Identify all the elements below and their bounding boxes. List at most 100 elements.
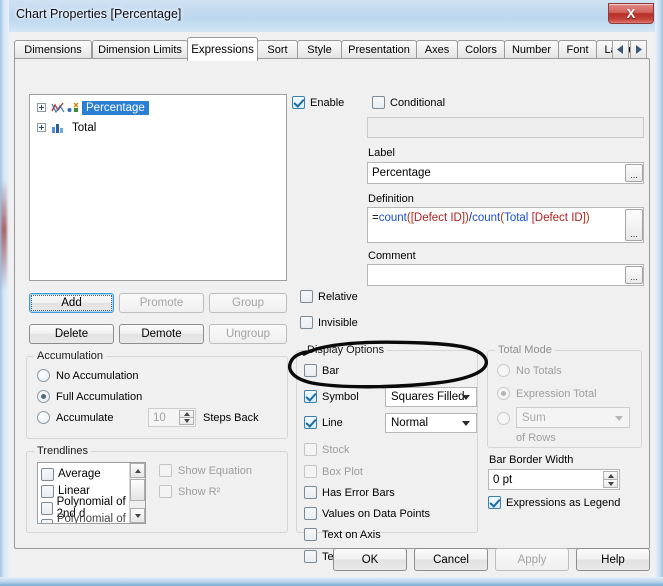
tab-expressions[interactable]: Expressions — [187, 37, 258, 61]
tab-number[interactable]: Number — [504, 40, 559, 59]
label-caption: Label — [368, 147, 395, 159]
definition-input[interactable]: =count([Defect ID])/count(Total [Defect … — [367, 207, 644, 243]
bar-border-spin-buttons[interactable] — [603, 471, 618, 488]
radio-full-accumulation[interactable] — [37, 390, 50, 403]
dialog-client-area: Dimensions Dimension Limits Expressions … — [9, 32, 655, 577]
trendline-linear-checkbox[interactable] — [41, 484, 54, 498]
label-input[interactable]: Percentage — [367, 162, 644, 184]
close-button[interactable]: X — [608, 3, 654, 24]
values-on-data-points-label: Values on Data Points — [322, 508, 431, 520]
tab-axes[interactable]: Axes — [416, 40, 458, 59]
tab-colors[interactable]: Colors — [457, 40, 505, 59]
label-ellipsis-button[interactable]: ... — [625, 164, 643, 182]
tab-sort[interactable]: Sort — [257, 40, 298, 59]
add-button-label: Add — [61, 297, 82, 309]
add-button[interactable]: Add — [29, 293, 114, 313]
conditional-label: Conditional — [390, 97, 446, 109]
ungroup-button[interactable]: Ungroup — [209, 324, 287, 344]
spin-up-button[interactable] — [603, 471, 618, 479]
show-r2-checkbox[interactable] — [159, 485, 172, 498]
radio-no-accumulation[interactable] — [37, 369, 50, 382]
tab-font[interactable]: Font — [558, 40, 597, 59]
bar-border-width-value: 0 pt — [493, 473, 513, 486]
scroll-up-button[interactable] — [130, 463, 145, 478]
definition-ellipsis-button[interactable]: ... — [625, 209, 643, 241]
expressions-tree[interactable]: Percentage Total — [29, 94, 287, 281]
radio-aggregation[interactable] — [497, 412, 510, 425]
trendline-average-label: Average — [58, 468, 101, 480]
conditional-checkbox[interactable] — [372, 96, 385, 109]
group-button[interactable]: Group — [209, 293, 287, 313]
aggregation-combo[interactable]: Sum — [516, 407, 630, 428]
tab-scroll-next-button[interactable] — [630, 40, 647, 59]
invisible-checkbox[interactable] — [300, 316, 313, 329]
expressions-as-legend-checkbox[interactable] — [488, 496, 501, 509]
symbol-checkbox[interactable] — [304, 390, 317, 403]
spin-up-button[interactable] — [179, 410, 194, 417]
comment-caption: Comment — [368, 250, 416, 262]
text-on-axis-checkbox[interactable] — [304, 528, 317, 541]
stock-checkbox[interactable] — [304, 443, 317, 456]
spin-down-button[interactable] — [179, 417, 194, 425]
help-button[interactable]: Help — [576, 548, 650, 571]
tab-dimension-limits[interactable]: Dimension Limits — [92, 40, 188, 59]
chart-properties-dialog: Chart Properties [Percentage] X Dimensio… — [0, 0, 663, 586]
tree-item-total[interactable]: Total — [30, 119, 100, 136]
cancel-button[interactable]: Cancel — [414, 548, 488, 571]
tab-presentation[interactable]: Presentation — [341, 40, 417, 59]
tab-style[interactable]: Style — [297, 40, 342, 59]
expander-plus-icon[interactable] — [37, 103, 46, 112]
trendline-item-average[interactable]: Average — [41, 466, 101, 482]
ok-button-label: OK — [361, 553, 379, 566]
radio-no-totals[interactable] — [497, 364, 510, 377]
apply-button[interactable]: Apply — [495, 548, 569, 571]
has-error-bars-checkbox[interactable] — [304, 486, 317, 499]
invisible-label: Invisible — [318, 317, 358, 329]
bar-chart-icon — [52, 123, 63, 133]
tree-item-icons — [51, 122, 65, 134]
tree-item-label: Percentage — [82, 100, 149, 115]
symbol-marker-icon — [67, 102, 79, 112]
ungroup-button-label: Ungroup — [225, 328, 271, 340]
expander-plus-icon[interactable] — [37, 123, 46, 132]
window-border-bottom — [0, 577, 663, 586]
tree-item-percentage[interactable]: Percentage — [30, 99, 149, 116]
label-of-rows: of Rows — [516, 432, 556, 444]
steps-back-spinner[interactable]: 10 — [148, 408, 196, 427]
trendlines-scrollbar[interactable] — [129, 463, 145, 523]
text-as-popup-checkbox[interactable] — [304, 550, 317, 563]
symbol-type-combo[interactable]: Squares Filled — [385, 387, 477, 407]
tree-item-icons — [51, 102, 79, 114]
conditional-input[interactable] — [367, 117, 644, 138]
delete-button[interactable]: Delete — [29, 324, 114, 344]
trendline-poly2-checkbox[interactable] — [41, 501, 53, 515]
box-plot-checkbox[interactable] — [304, 465, 317, 478]
steps-back-spin-buttons[interactable] — [179, 410, 194, 425]
bar-checkbox[interactable] — [304, 364, 317, 377]
scroll-down-button[interactable] — [130, 508, 145, 523]
spin-down-button[interactable] — [603, 479, 618, 488]
trendline-average-checkbox[interactable] — [41, 467, 54, 481]
scrollbar-thumb[interactable] — [130, 479, 145, 501]
enable-checkbox[interactable] — [292, 96, 305, 109]
ok-button[interactable]: OK — [333, 548, 407, 571]
promote-button[interactable]: Promote — [119, 293, 204, 313]
comment-input[interactable] — [367, 264, 644, 286]
trendlines-listbox[interactable]: Average Linear Polynomial of 2nd d Polyn… — [37, 462, 146, 524]
close-icon: X — [626, 6, 636, 21]
show-equation-checkbox[interactable] — [159, 464, 172, 477]
values-on-data-points-checkbox[interactable] — [304, 507, 317, 520]
trendline-poly3-checkbox[interactable] — [41, 518, 53, 523]
comment-ellipsis-button[interactable]: ... — [625, 266, 643, 284]
title-bar[interactable]: Chart Properties [Percentage] X — [0, 0, 663, 32]
line-type-combo[interactable]: Normal — [385, 413, 477, 433]
demote-button[interactable]: Demote — [119, 324, 204, 344]
relative-checkbox[interactable] — [300, 290, 313, 303]
bar-border-width-input[interactable]: 0 pt — [488, 469, 620, 490]
tab-scroll-prev-button[interactable] — [612, 40, 629, 59]
line-checkbox[interactable] — [304, 416, 317, 429]
radio-accumulate-steps[interactable] — [37, 411, 50, 424]
tab-dimensions[interactable]: Dimensions — [14, 40, 92, 59]
radio-expression-total[interactable] — [497, 387, 510, 400]
label-input-value: Percentage — [372, 167, 431, 179]
